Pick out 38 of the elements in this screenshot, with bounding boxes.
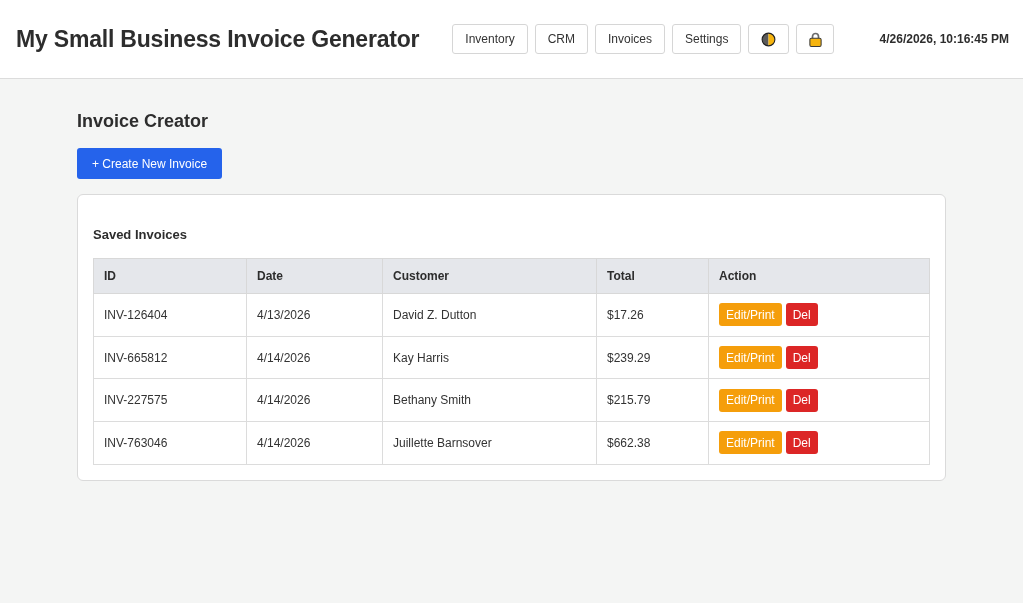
half-circle-icon [761, 31, 777, 47]
table-cell: Juillette Barnsover [382, 421, 597, 465]
table-cell: $17.26 [596, 293, 709, 337]
section-title: Invoice Creator [77, 110, 210, 132]
table-cell: INV-763046 [93, 421, 247, 465]
theme-toggle-button[interactable] [748, 24, 790, 54]
table-cell: $662.38 [596, 421, 709, 465]
date-time: 4/26/2026, 10:16:45 PM [879, 32, 1009, 46]
table-cell: Bethany Smith [382, 378, 597, 422]
column-header: Date [246, 258, 383, 294]
column-header: Customer [382, 258, 597, 294]
table-cell: INV-665812 [93, 336, 247, 379]
create-invoice-button[interactable]: + Create New Invoice [77, 148, 223, 179]
table-cell: INV-227575 [93, 378, 247, 422]
table-cell: $239.29 [596, 336, 709, 379]
table-cell: 4/14/2026 [246, 378, 383, 422]
table-cell: David Z. Dutton [382, 293, 597, 337]
column-header: ID [93, 258, 247, 294]
nav-button[interactable]: Settings [672, 24, 742, 54]
delete-button[interactable]: Del [785, 388, 818, 412]
delete-button[interactable]: Del [785, 346, 818, 370]
table-cell: $215.79 [596, 378, 709, 422]
card-title: Saved Invoices [93, 227, 188, 243]
nav-button[interactable]: Invoices [595, 24, 666, 54]
table-cell: 4/14/2026 [246, 421, 383, 465]
lock-button[interactable] [796, 24, 835, 54]
delete-button[interactable]: Del [785, 303, 818, 327]
nav-button[interactable]: Inventory [452, 24, 528, 54]
delete-button[interactable]: Del [785, 431, 818, 455]
table-cell: 4/13/2026 [246, 293, 383, 337]
app-title: My Small Business Invoice Generator [16, 25, 420, 53]
table-cell: Kay Harris [382, 336, 597, 379]
column-header: Action [708, 258, 930, 294]
lock-icon [807, 31, 823, 47]
table-cell: 4/14/2026 [246, 336, 383, 379]
nav-button[interactable]: CRM [534, 24, 588, 54]
table-cell: INV-126404 [93, 293, 247, 337]
column-header: Total [596, 258, 709, 294]
